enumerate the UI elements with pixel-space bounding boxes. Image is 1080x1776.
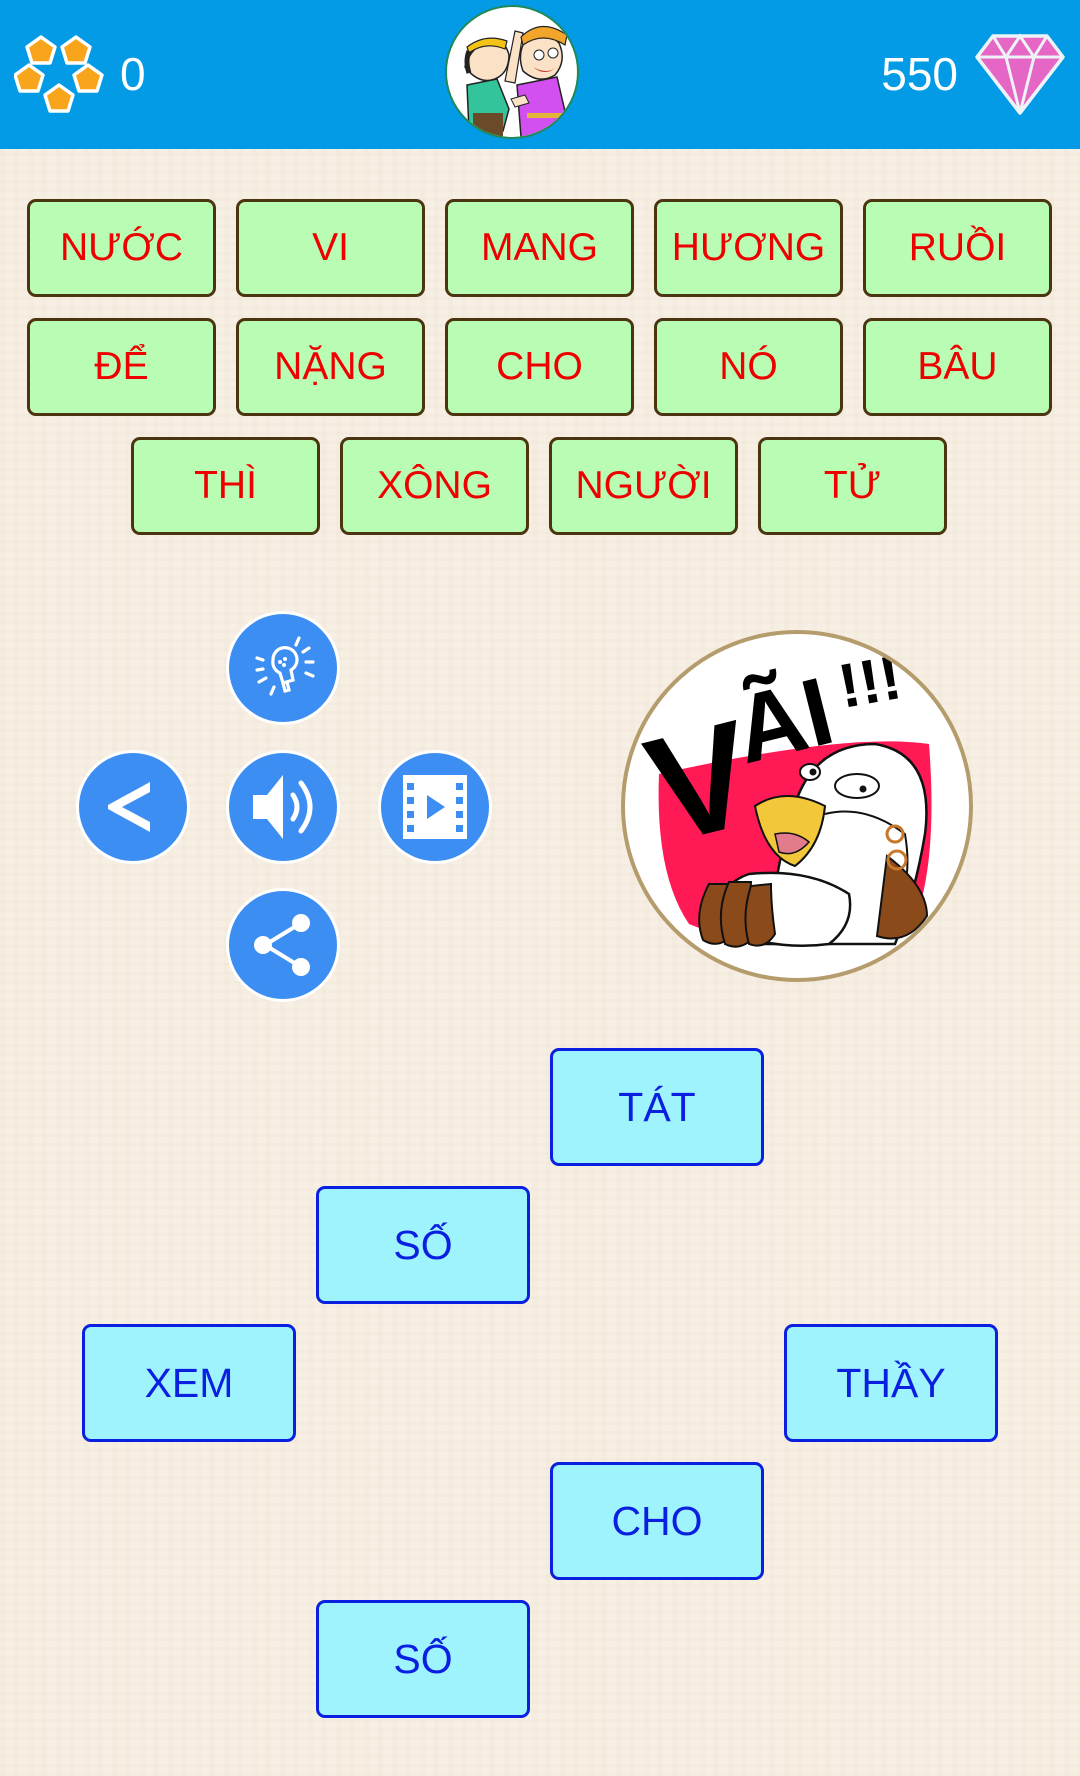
diamond-icon bbox=[975, 33, 1065, 115]
answer-tile[interactable]: THẦY bbox=[784, 1324, 998, 1442]
word-tile[interactable]: NÓ bbox=[654, 318, 843, 416]
coins-icon bbox=[14, 35, 104, 113]
reaction-sticker: V ÃI !!! bbox=[621, 630, 973, 982]
film-play-icon bbox=[403, 775, 467, 839]
lightbulb-icon bbox=[255, 636, 315, 696]
word-tile[interactable]: NẶNG bbox=[236, 318, 425, 416]
word-tile[interactable]: TỬ bbox=[758, 437, 947, 535]
word-tile[interactable]: ĐỂ bbox=[27, 318, 216, 416]
hint-button[interactable] bbox=[226, 611, 340, 725]
word-tile[interactable]: HƯƠNG bbox=[654, 199, 843, 297]
word-tile[interactable]: NƯỚC bbox=[27, 199, 216, 297]
share-button[interactable] bbox=[226, 888, 340, 1002]
answer-tile[interactable]: XEM bbox=[82, 1324, 296, 1442]
word-tile[interactable]: NGƯỜI bbox=[549, 437, 738, 535]
word-tile[interactable]: RUỒI bbox=[863, 199, 1052, 297]
gem-count: 550 bbox=[881, 48, 958, 100]
share-icon bbox=[254, 914, 310, 976]
surprised-bird-illustration: V ÃI !!! bbox=[632, 643, 932, 948]
word-tile[interactable]: XÔNG bbox=[340, 437, 529, 535]
cartoon-characters-illustration bbox=[464, 25, 572, 137]
word-tile[interactable]: THÌ bbox=[131, 437, 320, 535]
word-tile[interactable]: CHO bbox=[445, 318, 634, 416]
speaker-icon bbox=[253, 775, 313, 839]
answer-tile[interactable]: CHO bbox=[550, 1462, 764, 1580]
answer-tile[interactable]: SỐ bbox=[316, 1600, 530, 1718]
sticker-exclamations: !!! bbox=[833, 643, 906, 722]
answer-tile[interactable]: TÁT bbox=[550, 1048, 764, 1166]
top-bar: 0 550 bbox=[0, 0, 1080, 149]
word-tile[interactable]: BÂU bbox=[863, 318, 1052, 416]
chevron-left-icon bbox=[108, 782, 150, 832]
word-tile[interactable]: VI bbox=[236, 199, 425, 297]
avatar[interactable] bbox=[445, 5, 579, 139]
coin-count: 0 bbox=[120, 48, 146, 100]
answer-tile[interactable]: SỐ bbox=[316, 1186, 530, 1304]
word-tile[interactable]: MANG bbox=[445, 199, 634, 297]
back-button[interactable] bbox=[76, 750, 190, 864]
sound-button[interactable] bbox=[226, 750, 340, 864]
video-button[interactable] bbox=[378, 750, 492, 864]
